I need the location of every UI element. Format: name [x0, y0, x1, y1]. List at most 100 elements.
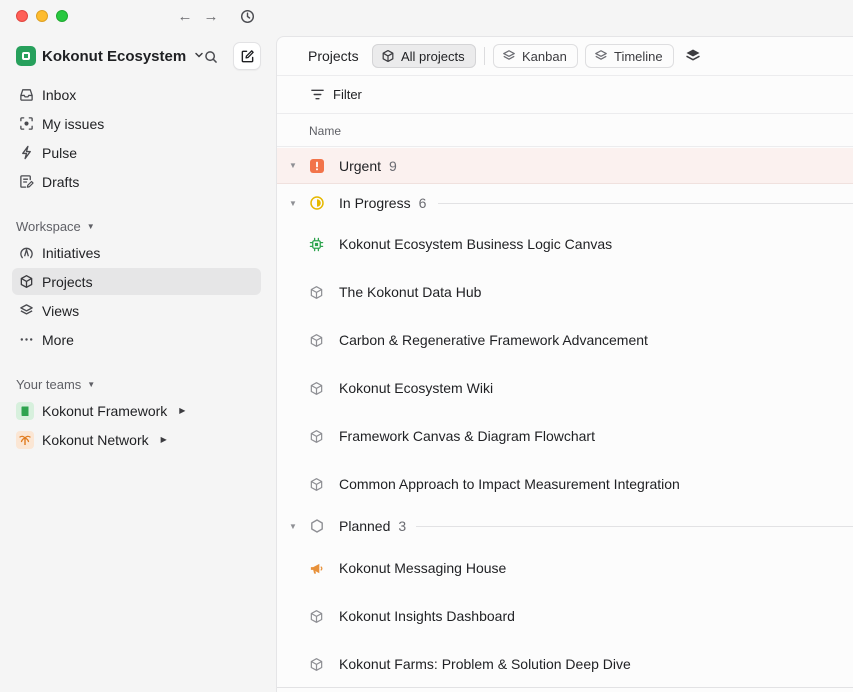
project-name: Kokonut Farms: Problem & Solution Deep D…: [339, 656, 631, 672]
chip-icon: [309, 237, 324, 252]
in-progress-icon: [310, 196, 324, 210]
tab-label: All projects: [401, 48, 465, 64]
search-icon[interactable]: [200, 46, 222, 68]
caret-down-icon[interactable]: ▼: [289, 522, 297, 531]
cube-icon: [309, 429, 324, 444]
sidebar-item-label: My issues: [42, 115, 105, 132]
layers-icon: [595, 50, 607, 60]
sidebar-item-my-issues[interactable]: My issues: [12, 110, 261, 137]
sidebar: Kokonut Ecosystem Inbox My issues Pulse …: [0, 32, 276, 692]
column-header: Name: [277, 115, 853, 147]
filter-icon: [311, 89, 324, 100]
section-label: Your teams: [16, 377, 82, 392]
sidebar-item-team-kokonut-network[interactable]: Kokonut Network ▶: [12, 426, 261, 453]
palm-tree-icon: [16, 430, 34, 449]
group-title: Planned: [339, 518, 391, 534]
project-row[interactable]: Kokonut Insights Dashboard: [277, 593, 853, 641]
history-icon[interactable]: [238, 7, 256, 25]
cube-icon: [382, 49, 394, 63]
toolbar-divider: [484, 47, 485, 65]
project-row[interactable]: Carbon & Regenerative Framework Advancem…: [277, 317, 853, 365]
tab-kanban[interactable]: Kanban: [493, 44, 578, 68]
urgent-icon: [310, 159, 324, 173]
sidebar-item-label: Drafts: [42, 173, 80, 190]
project-row[interactable]: Common Approach to Impact Measurement In…: [277, 461, 853, 509]
sidebar-item-team-kokonut-framework[interactable]: Kokonut Framework ▶: [12, 397, 261, 424]
column-name-header[interactable]: Name: [309, 124, 341, 138]
group-label: Planned 3: [339, 518, 406, 534]
views-icon: [18, 303, 34, 319]
sidebar-item-drafts[interactable]: Drafts: [12, 168, 261, 195]
group-row-urgent[interactable]: ▼ Urgent 9: [277, 148, 853, 184]
workspace-section-toggle[interactable]: Workspace ▼: [16, 219, 95, 234]
sidebar-item-views[interactable]: Views: [12, 297, 261, 324]
caret-down-icon: ▼: [87, 380, 96, 389]
caret-down-icon[interactable]: ▼: [289, 199, 297, 208]
pulse-icon: [18, 145, 34, 161]
sidebar-item-label: Kokonut Network: [42, 431, 149, 448]
group-divider: [277, 687, 853, 688]
sidebar-item-more[interactable]: More: [12, 326, 261, 353]
minimize-window-button[interactable]: [36, 10, 48, 22]
cube-icon: [309, 285, 324, 300]
group-label: In Progress 6: [339, 195, 426, 211]
project-name: Kokonut Ecosystem Business Logic Canvas: [339, 236, 613, 252]
workspace-switcher[interactable]: Kokonut Ecosystem: [16, 44, 204, 68]
workspace-logo: [16, 46, 36, 66]
group-title: In Progress: [339, 195, 411, 211]
close-window-button[interactable]: [16, 10, 28, 22]
group-title: Urgent: [339, 157, 382, 174]
caret-down-icon[interactable]: ▼: [289, 161, 297, 170]
cube-icon: [309, 381, 324, 396]
group-divider: [416, 526, 853, 527]
sidebar-item-label: Pulse: [42, 144, 78, 161]
layers-icon: [503, 50, 515, 60]
compose-icon: [241, 49, 254, 62]
sidebar-item-projects[interactable]: Projects: [12, 268, 261, 295]
cube-icon: [309, 477, 324, 492]
project-row[interactable]: The Kokonut Data Hub: [277, 269, 853, 317]
caret-right-icon: ▶: [179, 406, 186, 415]
project-name: Kokonut Ecosystem Wiki: [339, 380, 494, 396]
section-label: Workspace: [16, 219, 81, 234]
view-toolbar: Projects All projects Kanban Timeline: [277, 37, 853, 76]
project-row[interactable]: Kokonut Messaging House: [277, 545, 853, 593]
group-row-planned[interactable]: ▼ Planned 3: [277, 508, 853, 544]
new-issue-button[interactable]: [233, 42, 261, 70]
tab-all-projects[interactable]: All projects: [372, 44, 476, 68]
initiatives-icon: [18, 245, 34, 261]
project-name: Kokonut Messaging House: [339, 560, 507, 576]
project-row[interactable]: Kokonut Ecosystem Business Logic Canvas: [277, 221, 853, 269]
project-name: Carbon & Regenerative Framework Advancem…: [339, 332, 648, 348]
sidebar-item-initiatives[interactable]: Initiatives: [12, 239, 261, 266]
group-count: 6: [418, 195, 427, 211]
filter-button[interactable]: Filter: [310, 87, 362, 102]
sidebar-item-inbox[interactable]: Inbox: [12, 81, 261, 108]
projects-panel: Projects All projects Kanban Timeline Fi…: [276, 36, 853, 692]
tab-timeline[interactable]: Timeline: [585, 44, 674, 68]
project-row[interactable]: Kokonut Farms: Problem & Solution Deep D…: [277, 641, 853, 689]
teams-section-toggle[interactable]: Your teams ▼: [16, 377, 95, 392]
project-row[interactable]: Framework Canvas & Diagram Flowchart: [277, 413, 853, 461]
project-name: Common Approach to Impact Measurement In…: [339, 476, 680, 492]
group-row-in-progress[interactable]: ▼ In Progress 6: [277, 185, 853, 221]
group-label: Urgent 9: [339, 158, 397, 174]
planned-icon: [310, 519, 324, 533]
zoom-window-button[interactable]: [56, 10, 68, 22]
group-count: 9: [389, 157, 397, 174]
sidebar-item-pulse[interactable]: Pulse: [12, 139, 261, 166]
sidebar-item-label: Initiatives: [42, 244, 101, 261]
project-name: Framework Canvas & Diagram Flowchart: [339, 428, 595, 444]
sidebar-item-label: Inbox: [42, 86, 77, 103]
group-count: 3: [398, 518, 407, 534]
forward-arrow-icon[interactable]: →: [202, 7, 220, 25]
add-view-icon[interactable]: [685, 48, 701, 64]
project-row[interactable]: Kokonut Ecosystem Wiki: [277, 365, 853, 413]
page-title: Projects: [308, 48, 359, 64]
project-name: The Kokonut Data Hub: [339, 284, 482, 300]
projects-icon: [18, 274, 34, 290]
filter-bar: Filter: [277, 77, 853, 114]
group-divider: [438, 203, 853, 204]
window-titlebar: ← →: [0, 0, 276, 32]
back-arrow-icon[interactable]: ←: [176, 7, 194, 25]
